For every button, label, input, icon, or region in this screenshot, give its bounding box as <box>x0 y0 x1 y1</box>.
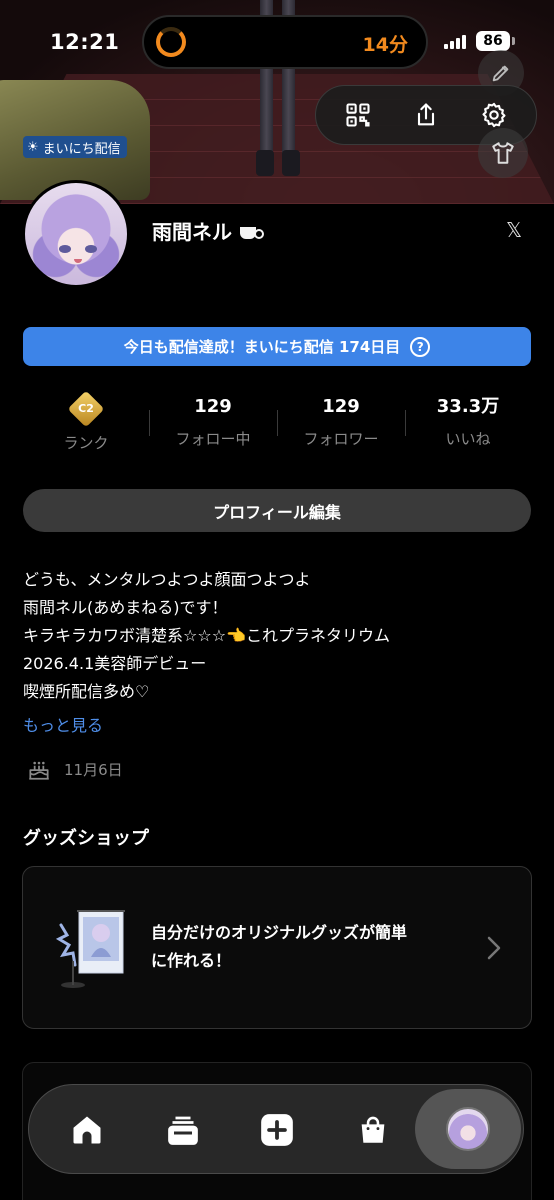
bio-line: キラキラカワボ清楚系☆☆☆👈これプラネタリウム <box>23 626 390 645</box>
bio-line: 喫煙所配信多め♡ <box>23 682 150 701</box>
card-stack-icon <box>168 1116 198 1145</box>
tab-my-profile[interactable] <box>415 1089 521 1169</box>
share-button[interactable] <box>406 95 446 135</box>
profile-bio: どうも、メンタルつよつよ顔面つよつよ 雨間ネル(あめまねる)です！ キラキラカワ… <box>23 566 533 706</box>
pencil-icon <box>492 65 509 82</box>
qr-code-button[interactable] <box>338 95 378 135</box>
daily-streak-banner[interactable]: 今日も配信達成！まいにち配信 174日目 ? <box>23 327 531 366</box>
avatar <box>446 1107 490 1151</box>
bio-line: 雨間ネル(あめまねる)です！ <box>23 598 228 617</box>
bio-line: 2026.4.1美容師デビュー <box>23 654 207 673</box>
stat-likes[interactable]: 33.3万 いいね <box>403 392 533 449</box>
stat-followers-count: 129 <box>322 396 360 417</box>
tshirt-icon <box>492 142 514 164</box>
stat-following-count: 129 <box>194 396 232 417</box>
display-name: 雨間ネル <box>152 216 264 245</box>
bio-line: どうも、メンタルつよつよ顔面つよつよ <box>23 570 311 589</box>
share-icon <box>417 103 435 126</box>
shopping-bag-icon <box>361 1116 385 1143</box>
tab-feed[interactable] <box>157 1104 209 1156</box>
timer-minutes: 14分 <box>362 34 408 56</box>
goods-shop-card[interactable]: 自分だけのオリジナルグッズが簡単 に作れる！ <box>22 866 532 1029</box>
coffee-cup-icon <box>238 221 264 241</box>
avatar[interactable] <box>22 180 130 288</box>
stat-likes-count: 33.3万 <box>436 396 500 417</box>
timer-ring-icon <box>156 27 186 57</box>
cake-icon <box>29 761 49 780</box>
display-name-text: 雨間ネル <box>152 220 232 244</box>
help-icon[interactable]: ? <box>410 336 431 357</box>
goods-card-text: 自分だけのオリジナルグッズが簡単 に作れる！ <box>151 923 408 970</box>
tab-shop[interactable] <box>347 1104 399 1156</box>
battery-icon: 86 <box>476 31 515 51</box>
goods-thumbnail <box>55 910 125 988</box>
outfit-button[interactable] <box>478 128 528 178</box>
qr-code-icon <box>346 103 370 127</box>
daily-stream-tag-label: まいにち配信 <box>42 141 121 157</box>
birthday-text: 11月6日 <box>64 760 123 779</box>
sun-icon: ☀ <box>27 139 39 155</box>
birthday: 11月6日 <box>26 756 123 782</box>
signal-icon <box>444 35 470 49</box>
stat-following[interactable]: 129 フォロー中 <box>148 392 278 449</box>
bottom-tab-bar <box>28 1084 524 1174</box>
show-more-link[interactable]: もっと見る <box>23 712 103 736</box>
chevron-right-icon <box>487 936 501 960</box>
tab-create[interactable] <box>251 1104 303 1156</box>
dynamic-island[interactable]: 14分 <box>142 15 428 69</box>
stat-likes-label: いいね <box>445 430 491 448</box>
edit-profile-button[interactable]: プロフィール編集 <box>23 489 531 532</box>
stat-rank-label: ランク <box>63 434 109 452</box>
x-logo-icon[interactable]: 𝕏 <box>502 218 526 242</box>
status-time: 12:21 <box>50 30 120 54</box>
daily-stream-tag: ☀ まいにち配信 <box>23 136 127 158</box>
tab-home[interactable] <box>61 1104 113 1156</box>
profile-stats: C2 ランク 129 フォロー中 129 フォロワー 33.3万 いいね <box>0 390 554 462</box>
stat-following-label: フォロー中 <box>175 430 251 448</box>
stat-followers[interactable]: 129 フォロワー <box>276 392 406 449</box>
plus-icon <box>261 1114 293 1146</box>
home-icon <box>73 1116 101 1144</box>
stat-rank[interactable]: C2 ランク <box>21 390 151 453</box>
stat-followers-label: フォロワー <box>303 430 379 448</box>
daily-streak-text: 今日も配信達成！まいにち配信 174日目 <box>123 338 401 356</box>
rank-badge-icon: C2 <box>67 390 105 428</box>
gear-icon <box>482 102 506 128</box>
goods-section-title: グッズショップ <box>23 828 149 849</box>
